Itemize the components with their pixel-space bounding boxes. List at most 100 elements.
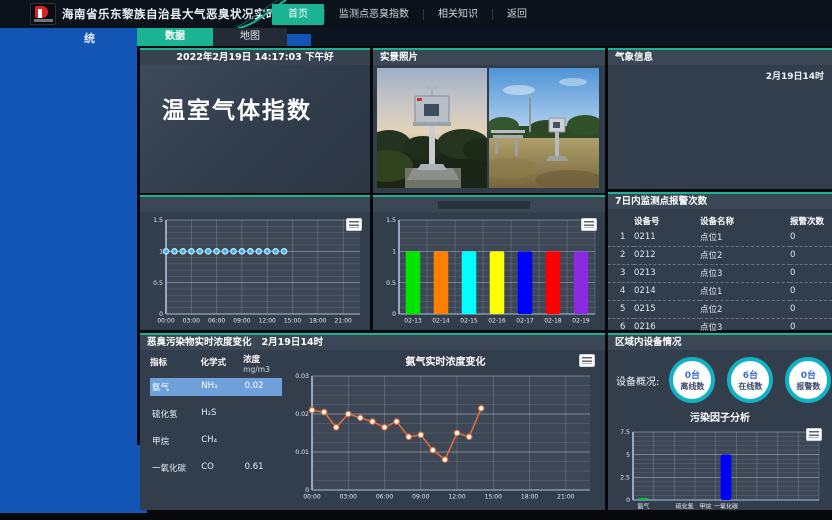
svg-text:02-17: 02-17 xyxy=(516,318,534,325)
panel-greenhouse-chart: 00.511.500:0003:0006:0009:0012:0015:0018… xyxy=(140,195,370,330)
svg-text:5: 5 xyxy=(626,452,630,459)
svg-text:甲烷: 甲烷 xyxy=(699,503,711,511)
nav-item-home[interactable]: 首页 xyxy=(272,4,324,25)
pollution-analysis-title: 污染因子分析 xyxy=(608,409,832,424)
alarm-label: 报警数 xyxy=(796,381,820,392)
devices-title: 区域内设备情况 xyxy=(615,335,682,350)
sidebar-blue-region xyxy=(0,28,137,513)
odor-cell: 甲烷 xyxy=(152,435,201,447)
odor-table-row[interactable]: 硫化氢H₂S xyxy=(150,405,282,423)
device-overview-row: 设备概况: 0台 离线数 6台 在线数 0台 报警数 xyxy=(608,350,832,406)
greenhouse-title: 温室气体指数 xyxy=(162,91,370,125)
svg-text:02-18: 02-18 xyxy=(544,318,562,325)
odor-table-header: 指标 化学式 浓度 mg/m3 xyxy=(150,356,282,374)
panel-odor-index-chart: 00.511.502-1302-1402-1502-1602-1702-1802… xyxy=(373,195,605,330)
alarm-cell: 0 xyxy=(790,229,832,247)
svg-text:2.5: 2.5 xyxy=(620,475,630,482)
panel-odor-pollutants: 恶臭污染物实时浓度变化 2月19日14时 指标 化学式 浓度 mg/m3 氨气N… xyxy=(140,333,605,510)
svg-text:1: 1 xyxy=(159,249,163,256)
alarm-cell: 0 xyxy=(790,265,832,283)
alarm-table-row: 20212点位20 xyxy=(608,247,832,265)
stat-offline-circle: 0台 离线数 xyxy=(669,357,715,403)
svg-text:1: 1 xyxy=(392,249,396,256)
stat-alarm-circle: 0台 报警数 xyxy=(785,357,831,403)
alarm-cell: 4 xyxy=(608,283,634,301)
alarm-cell: 点位1 xyxy=(700,283,790,301)
svg-text:09:00: 09:00 xyxy=(412,494,429,501)
weather-body: 2月19日14时 xyxy=(608,65,832,86)
alarm-cell: 0215 xyxy=(634,301,700,319)
svg-text:02-19: 02-19 xyxy=(572,318,590,325)
nav-item-knowledge[interactable]: 相关知识 xyxy=(424,4,492,25)
svg-text:02-15: 02-15 xyxy=(460,318,478,325)
alarm-cell: 点位2 xyxy=(700,301,790,319)
odor-table-row-selected[interactable]: 氨气NH₃0.02 xyxy=(150,378,282,396)
svg-text:15:00: 15:00 xyxy=(284,318,301,325)
col-indicator: 指标 xyxy=(150,356,200,374)
chart-toolbox-menu-icon[interactable] xyxy=(581,218,597,231)
chart-toolbox-menu-icon[interactable] xyxy=(806,428,822,441)
pollution-chart-container[interactable]: 02.557.5氨气硫化氢甲烷一氧化碳 xyxy=(608,424,832,514)
odor-cell: 氨气 xyxy=(152,381,201,393)
svg-text:12:00: 12:00 xyxy=(259,318,276,325)
weather-time: 2月19日14时 xyxy=(766,72,824,82)
svg-text:06:00: 06:00 xyxy=(208,318,225,325)
pollution-bar-chart[interactable]: 02.557.5氨气硫化氢甲烷一氧化碳 xyxy=(613,425,827,513)
weather-title: 气象信息 xyxy=(615,50,653,65)
online-label: 在线数 xyxy=(738,381,762,392)
svg-text:一氧化碳: 一氧化碳 xyxy=(714,503,738,511)
alarm-cell: 0214 xyxy=(634,283,700,301)
alarm-cell: 0212 xyxy=(634,247,700,265)
odor-cell: CO xyxy=(201,462,244,474)
nav-item-odor-index[interactable]: 监测点恶臭指数 xyxy=(325,4,423,25)
col-device-name: 设备名称 xyxy=(700,213,790,229)
svg-text:06:00: 06:00 xyxy=(376,494,393,501)
datetime-text: 2022年2月19日 14:17:03 下午好 xyxy=(176,50,333,65)
tabbar-background xyxy=(287,28,832,46)
odor-body: 指标 化学式 浓度 mg/m3 氨气NH₃0.02 硫化氢H₂S 甲烷CH₄ 一氧化碳… xyxy=(140,350,605,510)
odor-cell: 一氧化碳 xyxy=(152,462,201,474)
greenhouse-chart-container[interactable]: 00.511.500:0003:0006:0009:0012:0015:0018… xyxy=(140,212,370,328)
odor-cell xyxy=(245,435,282,447)
odor-index-chart-container[interactable]: 00.511.502-1302-1402-1502-1602-1702-1802… xyxy=(373,212,605,328)
chart-toolbox-menu-icon[interactable] xyxy=(579,354,595,367)
panel-photos: 实景照片 xyxy=(373,48,605,193)
svg-text:氨气: 氨气 xyxy=(637,503,649,511)
odor-cell: 0.02 xyxy=(245,381,282,393)
faint-header-text xyxy=(438,201,530,209)
odor-table-row[interactable]: 甲烷CH₄ xyxy=(150,432,282,450)
chart-toolbox-menu-icon[interactable] xyxy=(346,218,362,231)
alarm-cell: 1 xyxy=(608,229,634,247)
panel-devices: 区域内设备情况 设备概况: 0台 离线数 6台 在线数 0台 报警数 污染因子分… xyxy=(608,333,832,510)
stat-online-circle: 6台 在线数 xyxy=(727,357,773,403)
tab-map[interactable]: 地图 xyxy=(213,28,287,46)
svg-text:02-13: 02-13 xyxy=(404,318,422,325)
svg-text:00:00: 00:00 xyxy=(157,318,174,325)
odor-table-row[interactable]: 一氧化碳CO0.61 xyxy=(150,459,282,477)
greenhouse-body: 温室气体指数 xyxy=(140,65,370,193)
alarm-cell: 5 xyxy=(608,301,634,319)
tabbar-accent xyxy=(287,34,311,46)
alarm-cell: 点位3 xyxy=(700,265,790,283)
brand-logo-icon xyxy=(30,3,56,25)
greenhouse-line-chart[interactable]: 00.511.500:0003:0006:0009:0012:0015:0018… xyxy=(142,213,368,327)
svg-text:15:00: 15:00 xyxy=(485,494,502,501)
col-concentration: 浓度 mg/m3 xyxy=(243,356,282,374)
odor-cell: 硫化氢 xyxy=(152,408,201,420)
svg-text:18:00: 18:00 xyxy=(521,494,538,501)
panel-header-date: 2022年2月19日 14:17:03 下午好 xyxy=(140,50,370,65)
tab-data[interactable]: 数据 xyxy=(137,28,213,46)
odor-cell: NH₃ xyxy=(201,381,244,393)
alarms-table: 设备号 设备名称 报警次数 10211点位1020212点位2030213点位3… xyxy=(608,213,832,337)
alarm-cell: 0211 xyxy=(634,229,700,247)
alarm-table-row: 10211点位10 xyxy=(608,229,832,247)
ammonia-chart-area: 氨气实时浓度变化 00.010.020.0300:0003:0006:0009:… xyxy=(286,350,605,510)
odor-index-bar-chart[interactable]: 00.511.502-1302-1402-1502-1602-1702-1802… xyxy=(375,213,603,327)
ammonia-line-chart[interactable]: 00.010.020.0300:0003:0006:0009:0012:0015… xyxy=(286,369,598,503)
svg-text:03:00: 03:00 xyxy=(183,318,200,325)
svg-text:02-16: 02-16 xyxy=(488,318,506,325)
nav-item-back[interactable]: 返回 xyxy=(493,4,541,25)
odor-cell: H₂S xyxy=(201,408,244,420)
panel-weather: 气象信息 2月19日14时 xyxy=(608,48,832,189)
logo-subtext xyxy=(34,19,53,22)
